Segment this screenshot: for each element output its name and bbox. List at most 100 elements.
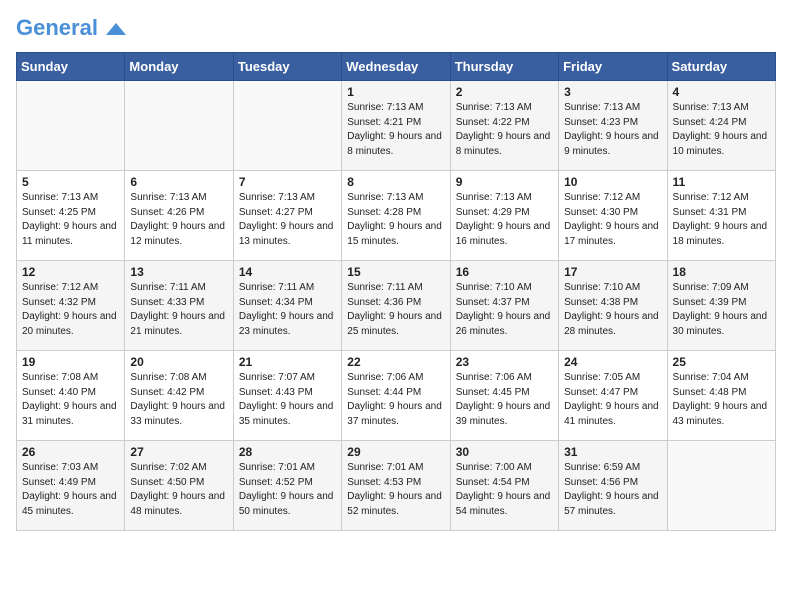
day-number: 11 xyxy=(673,175,770,189)
day-number: 21 xyxy=(239,355,336,369)
calendar-cell: 19Sunrise: 7:08 AMSunset: 4:40 PMDayligh… xyxy=(17,351,125,441)
cell-content: Sunrise: 7:13 AMSunset: 4:29 PMDaylight:… xyxy=(456,191,553,249)
cell-content: Sunrise: 7:07 AMSunset: 4:43 PMDaylight:… xyxy=(239,371,336,429)
cell-content: Sunrise: 7:13 AMSunset: 4:25 PMDaylight:… xyxy=(22,191,119,249)
calendar-cell xyxy=(667,441,775,531)
calendar-cell: 28 Sunrise: 7:01 AMSunset: 4:52 PMDayligh… xyxy=(233,441,341,531)
calendar-cell: 2 Sunrise: 7:13 AMSunset: 4:22 PMDaylight… xyxy=(450,81,558,171)
cell-content: Sunrise: 7:03 AMSunset: 4:49 PMDaylight:… xyxy=(22,461,119,519)
day-number: 16 xyxy=(456,265,553,279)
cell-content: Sunrise: 7:11 AMSunset: 4:34 PMDaylight:… xyxy=(239,281,336,339)
day-number: 12 xyxy=(22,265,119,279)
calendar-cell xyxy=(125,81,233,171)
cell-content: Sunrise: 7:13 AMSunset: 4:21 PMDaylight:… xyxy=(347,101,444,159)
day-number: 22 xyxy=(347,355,444,369)
cell-content: Sunrise: 7:13 AMSunset: 4:28 PMDaylight:… xyxy=(347,191,444,249)
day-number: 13 xyxy=(130,265,227,279)
logo-text: General xyxy=(16,16,126,40)
calendar-cell: 17Sunrise: 7:10 AMSunset: 4:38 PMDayligh… xyxy=(559,261,667,351)
day-number: 30 xyxy=(456,445,553,459)
day-number: 4 xyxy=(673,85,770,99)
cell-content: Sunrise: 7:13 AMSunset: 4:24 PMDaylight:… xyxy=(673,101,770,159)
col-header-thursday: Thursday xyxy=(450,53,558,81)
day-number: 1 xyxy=(347,85,444,99)
day-number: 8 xyxy=(347,175,444,189)
day-number: 10 xyxy=(564,175,661,189)
col-header-monday: Monday xyxy=(125,53,233,81)
week-row-2: 12 Sunrise: 7:12 AMSunset: 4:32 PMDayligh… xyxy=(17,261,776,351)
day-number: 25 xyxy=(673,355,770,369)
day-number: 9 xyxy=(456,175,553,189)
day-number: 31 xyxy=(564,445,661,459)
calendar-cell: 29 Sunrise: 7:01 AMSunset: 4:53 PMDayligh… xyxy=(342,441,450,531)
calendar-cell: 12 Sunrise: 7:12 AMSunset: 4:32 PMDayligh… xyxy=(17,261,125,351)
calendar-cell: 31 Sunrise: 6:59 AMSunset: 4:56 PMDayligh… xyxy=(559,441,667,531)
calendar-cell: 8 Sunrise: 7:13 AMSunset: 4:28 PMDaylight… xyxy=(342,171,450,261)
calendar-cell: 23Sunrise: 7:06 AMSunset: 4:45 PMDayligh… xyxy=(450,351,558,441)
day-number: 23 xyxy=(456,355,553,369)
calendar-cell: 14 Sunrise: 7:11 AMSunset: 4:34 PMDayligh… xyxy=(233,261,341,351)
cell-content: Sunrise: 7:05 AMSunset: 4:47 PMDaylight:… xyxy=(564,371,661,429)
cell-content: Sunrise: 7:11 AMSunset: 4:36 PMDaylight:… xyxy=(347,281,444,339)
calendar-cell: 22 Sunrise: 7:06 AMSunset: 4:44 PMDayligh… xyxy=(342,351,450,441)
cell-content: Sunrise: 7:04 AMSunset: 4:48 PMDaylight:… xyxy=(673,371,770,429)
calendar-cell: 20 Sunrise: 7:08 AMSunset: 4:42 PMDayligh… xyxy=(125,351,233,441)
day-number: 29 xyxy=(347,445,444,459)
calendar-cell: 5 Sunrise: 7:13 AMSunset: 4:25 PMDaylight… xyxy=(17,171,125,261)
cell-content: Sunrise: 7:10 AMSunset: 4:37 PMDaylight:… xyxy=(456,281,553,339)
cell-content: Sunrise: 7:00 AMSunset: 4:54 PMDaylight:… xyxy=(456,461,553,519)
col-header-sunday: Sunday xyxy=(17,53,125,81)
calendar-cell: 10Sunrise: 7:12 AMSunset: 4:30 PMDayligh… xyxy=(559,171,667,261)
cell-content: Sunrise: 7:01 AMSunset: 4:52 PMDaylight:… xyxy=(239,461,336,519)
week-row-4: 26 Sunrise: 7:03 AMSunset: 4:49 PMDayligh… xyxy=(17,441,776,531)
day-number: 15 xyxy=(347,265,444,279)
cell-content: Sunrise: 7:08 AMSunset: 4:42 PMDaylight:… xyxy=(130,371,227,429)
day-number: 5 xyxy=(22,175,119,189)
day-number: 2 xyxy=(456,85,553,99)
calendar-cell: 24Sunrise: 7:05 AMSunset: 4:47 PMDayligh… xyxy=(559,351,667,441)
day-number: 26 xyxy=(22,445,119,459)
day-number: 20 xyxy=(130,355,227,369)
header-row: SundayMondayTuesdayWednesdayThursdayFrid… xyxy=(17,53,776,81)
calendar-cell: 9 Sunrise: 7:13 AMSunset: 4:29 PMDaylight… xyxy=(450,171,558,261)
calendar-cell: 13 Sunrise: 7:11 AMSunset: 4:33 PMDayligh… xyxy=(125,261,233,351)
calendar-cell: 16 Sunrise: 7:10 AMSunset: 4:37 PMDayligh… xyxy=(450,261,558,351)
calendar-cell xyxy=(17,81,125,171)
cell-content: Sunrise: 7:10 AMSunset: 4:38 PMDaylight:… xyxy=(564,281,661,339)
cell-content: Sunrise: 7:11 AMSunset: 4:33 PMDaylight:… xyxy=(130,281,227,339)
logo-icon xyxy=(106,21,126,37)
calendar-cell: 15 Sunrise: 7:11 AMSunset: 4:36 PMDayligh… xyxy=(342,261,450,351)
week-row-0: 1 Sunrise: 7:13 AMSunset: 4:21 PMDaylight… xyxy=(17,81,776,171)
cell-content: Sunrise: 7:13 AMSunset: 4:23 PMDaylight:… xyxy=(564,101,661,159)
col-header-tuesday: Tuesday xyxy=(233,53,341,81)
week-row-3: 19Sunrise: 7:08 AMSunset: 4:40 PMDayligh… xyxy=(17,351,776,441)
calendar-cell: 18 Sunrise: 7:09 AMSunset: 4:39 PMDayligh… xyxy=(667,261,775,351)
cell-content: Sunrise: 7:09 AMSunset: 4:39 PMDaylight:… xyxy=(673,281,770,339)
day-number: 19 xyxy=(22,355,119,369)
cell-content: Sunrise: 7:13 AMSunset: 4:26 PMDaylight:… xyxy=(130,191,227,249)
day-number: 27 xyxy=(130,445,227,459)
calendar-cell: 25 Sunrise: 7:04 AMSunset: 4:48 PMDayligh… xyxy=(667,351,775,441)
calendar-cell: 1 Sunrise: 7:13 AMSunset: 4:21 PMDaylight… xyxy=(342,81,450,171)
cell-content: Sunrise: 7:06 AMSunset: 4:44 PMDaylight:… xyxy=(347,371,444,429)
calendar-cell: 7 Sunrise: 7:13 AMSunset: 4:27 PMDaylight… xyxy=(233,171,341,261)
cell-content: Sunrise: 7:12 AMSunset: 4:32 PMDaylight:… xyxy=(22,281,119,339)
page-header: General xyxy=(16,16,776,40)
cell-content: Sunrise: 6:59 AMSunset: 4:56 PMDaylight:… xyxy=(564,461,661,519)
calendar-cell: 11 Sunrise: 7:12 AMSunset: 4:31 PMDayligh… xyxy=(667,171,775,261)
cell-content: Sunrise: 7:12 AMSunset: 4:31 PMDaylight:… xyxy=(673,191,770,249)
cell-content: Sunrise: 7:02 AMSunset: 4:50 PMDaylight:… xyxy=(130,461,227,519)
day-number: 28 xyxy=(239,445,336,459)
logo: General xyxy=(16,16,126,40)
calendar-cell: 26 Sunrise: 7:03 AMSunset: 4:49 PMDayligh… xyxy=(17,441,125,531)
week-row-1: 5 Sunrise: 7:13 AMSunset: 4:25 PMDaylight… xyxy=(17,171,776,261)
cell-content: Sunrise: 7:13 AMSunset: 4:27 PMDaylight:… xyxy=(239,191,336,249)
col-header-wednesday: Wednesday xyxy=(342,53,450,81)
calendar-cell: 30 Sunrise: 7:00 AMSunset: 4:54 PMDayligh… xyxy=(450,441,558,531)
day-number: 18 xyxy=(673,265,770,279)
cell-content: Sunrise: 7:13 AMSunset: 4:22 PMDaylight:… xyxy=(456,101,553,159)
day-number: 7 xyxy=(239,175,336,189)
calendar-cell xyxy=(233,81,341,171)
cell-content: Sunrise: 7:01 AMSunset: 4:53 PMDaylight:… xyxy=(347,461,444,519)
day-number: 14 xyxy=(239,265,336,279)
